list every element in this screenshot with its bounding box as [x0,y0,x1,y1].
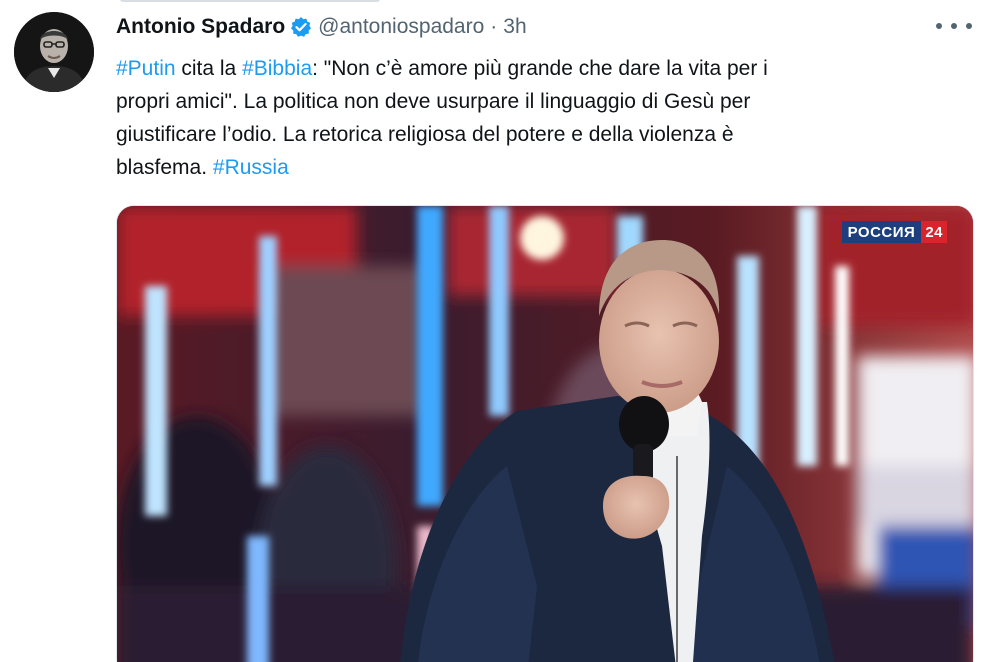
tweet-timestamp[interactable]: 3h [503,15,526,39]
tweet-header: Antonio Spadaro @antoniospadaro · 3h [116,12,527,42]
tweet-text-segment: giustificare l’odio. La retorica religio… [116,123,734,146]
header-separator: · [490,15,498,38]
tweet-text-segment: blasfema. [116,156,213,179]
tweet-text-line: #Putin cita la #Bibbia: "Non c’è amore p… [116,52,916,85]
tweet-text-line: propri amici". La politica non deve usur… [116,85,916,118]
author-handle[interactable]: @antoniospadaro [318,15,484,39]
previous-content-edge [120,0,380,2]
avatar-photo-icon [14,12,94,92]
tweet-text: #Putin cita la #Bibbia: "Non c’è amore p… [116,52,916,184]
video-frame-image [117,206,973,662]
tweet-text-line: blasfema. #Russia [116,151,916,184]
channel-logo: РОССИЯ 24 [841,221,947,243]
tweet-media-image[interactable]: РОССИЯ 24 [116,205,974,662]
hashtag-link[interactable]: #Russia [213,156,289,179]
channel-name-label: РОССИЯ [841,221,922,243]
tweet[interactable]: Antonio Spadaro @antoniospadaro · 3h #Pu… [0,0,994,662]
more-options-icon[interactable] [936,14,972,38]
tweet-text-segment: : "Non c’è amore più grande che dare la … [312,57,768,80]
tweet-text-line: giustificare l’odio. La retorica religio… [116,118,916,151]
hashtag-link[interactable]: #Bibbia [242,57,312,80]
tweet-text-segment: cita la [175,57,243,80]
hashtag-link[interactable]: #Putin [116,57,176,80]
verified-badge-icon [290,16,312,38]
author-avatar[interactable] [14,12,94,92]
author-display-name[interactable]: Antonio Spadaro [116,15,285,39]
channel-number-label: 24 [921,221,947,243]
tweet-text-segment: propri amici". La politica non deve usur… [116,90,751,113]
